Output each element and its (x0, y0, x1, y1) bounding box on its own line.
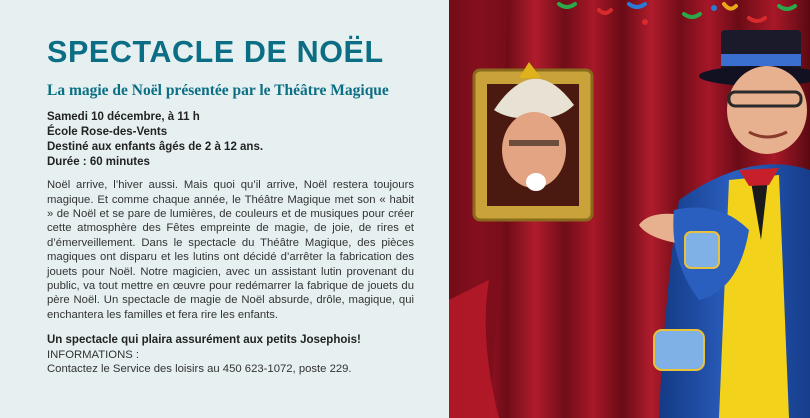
info-block: INFORMATIONS : Contactez le Service des … (47, 348, 414, 377)
event-audience: Destiné aux enfants âgés de 2 à 12 ans. (47, 141, 264, 154)
event-subtitle: La magie de Noël présentée par le Théâtr… (47, 81, 389, 99)
event-description: Noël arrive, l’hiver aussi. Mais quoi qu… (47, 179, 414, 321)
event-tagline: Un spectacle qui plaira assurément aux p… (47, 333, 361, 346)
event-text-column: SPECTACLE DE NOËL La magie de Noël prése… (47, 35, 414, 377)
event-page: SPECTACLE DE NOËL La magie de Noël prése… (0, 0, 810, 418)
info-contact: Contactez le Service des loisirs au 450 … (47, 362, 352, 375)
info-heading: INFORMATIONS : (47, 348, 140, 361)
event-date: Samedi 10 décembre, à 11 h (47, 111, 200, 124)
event-location: École Rose-des-Vents (47, 126, 168, 139)
event-title: SPECTACLE DE NOËL (47, 35, 384, 69)
event-duration: Durée : 60 minutes (47, 156, 150, 169)
event-details: Samedi 10 décembre, à 11 h École Rose-de… (47, 110, 414, 170)
magician-and-elf-photo (449, 0, 810, 418)
